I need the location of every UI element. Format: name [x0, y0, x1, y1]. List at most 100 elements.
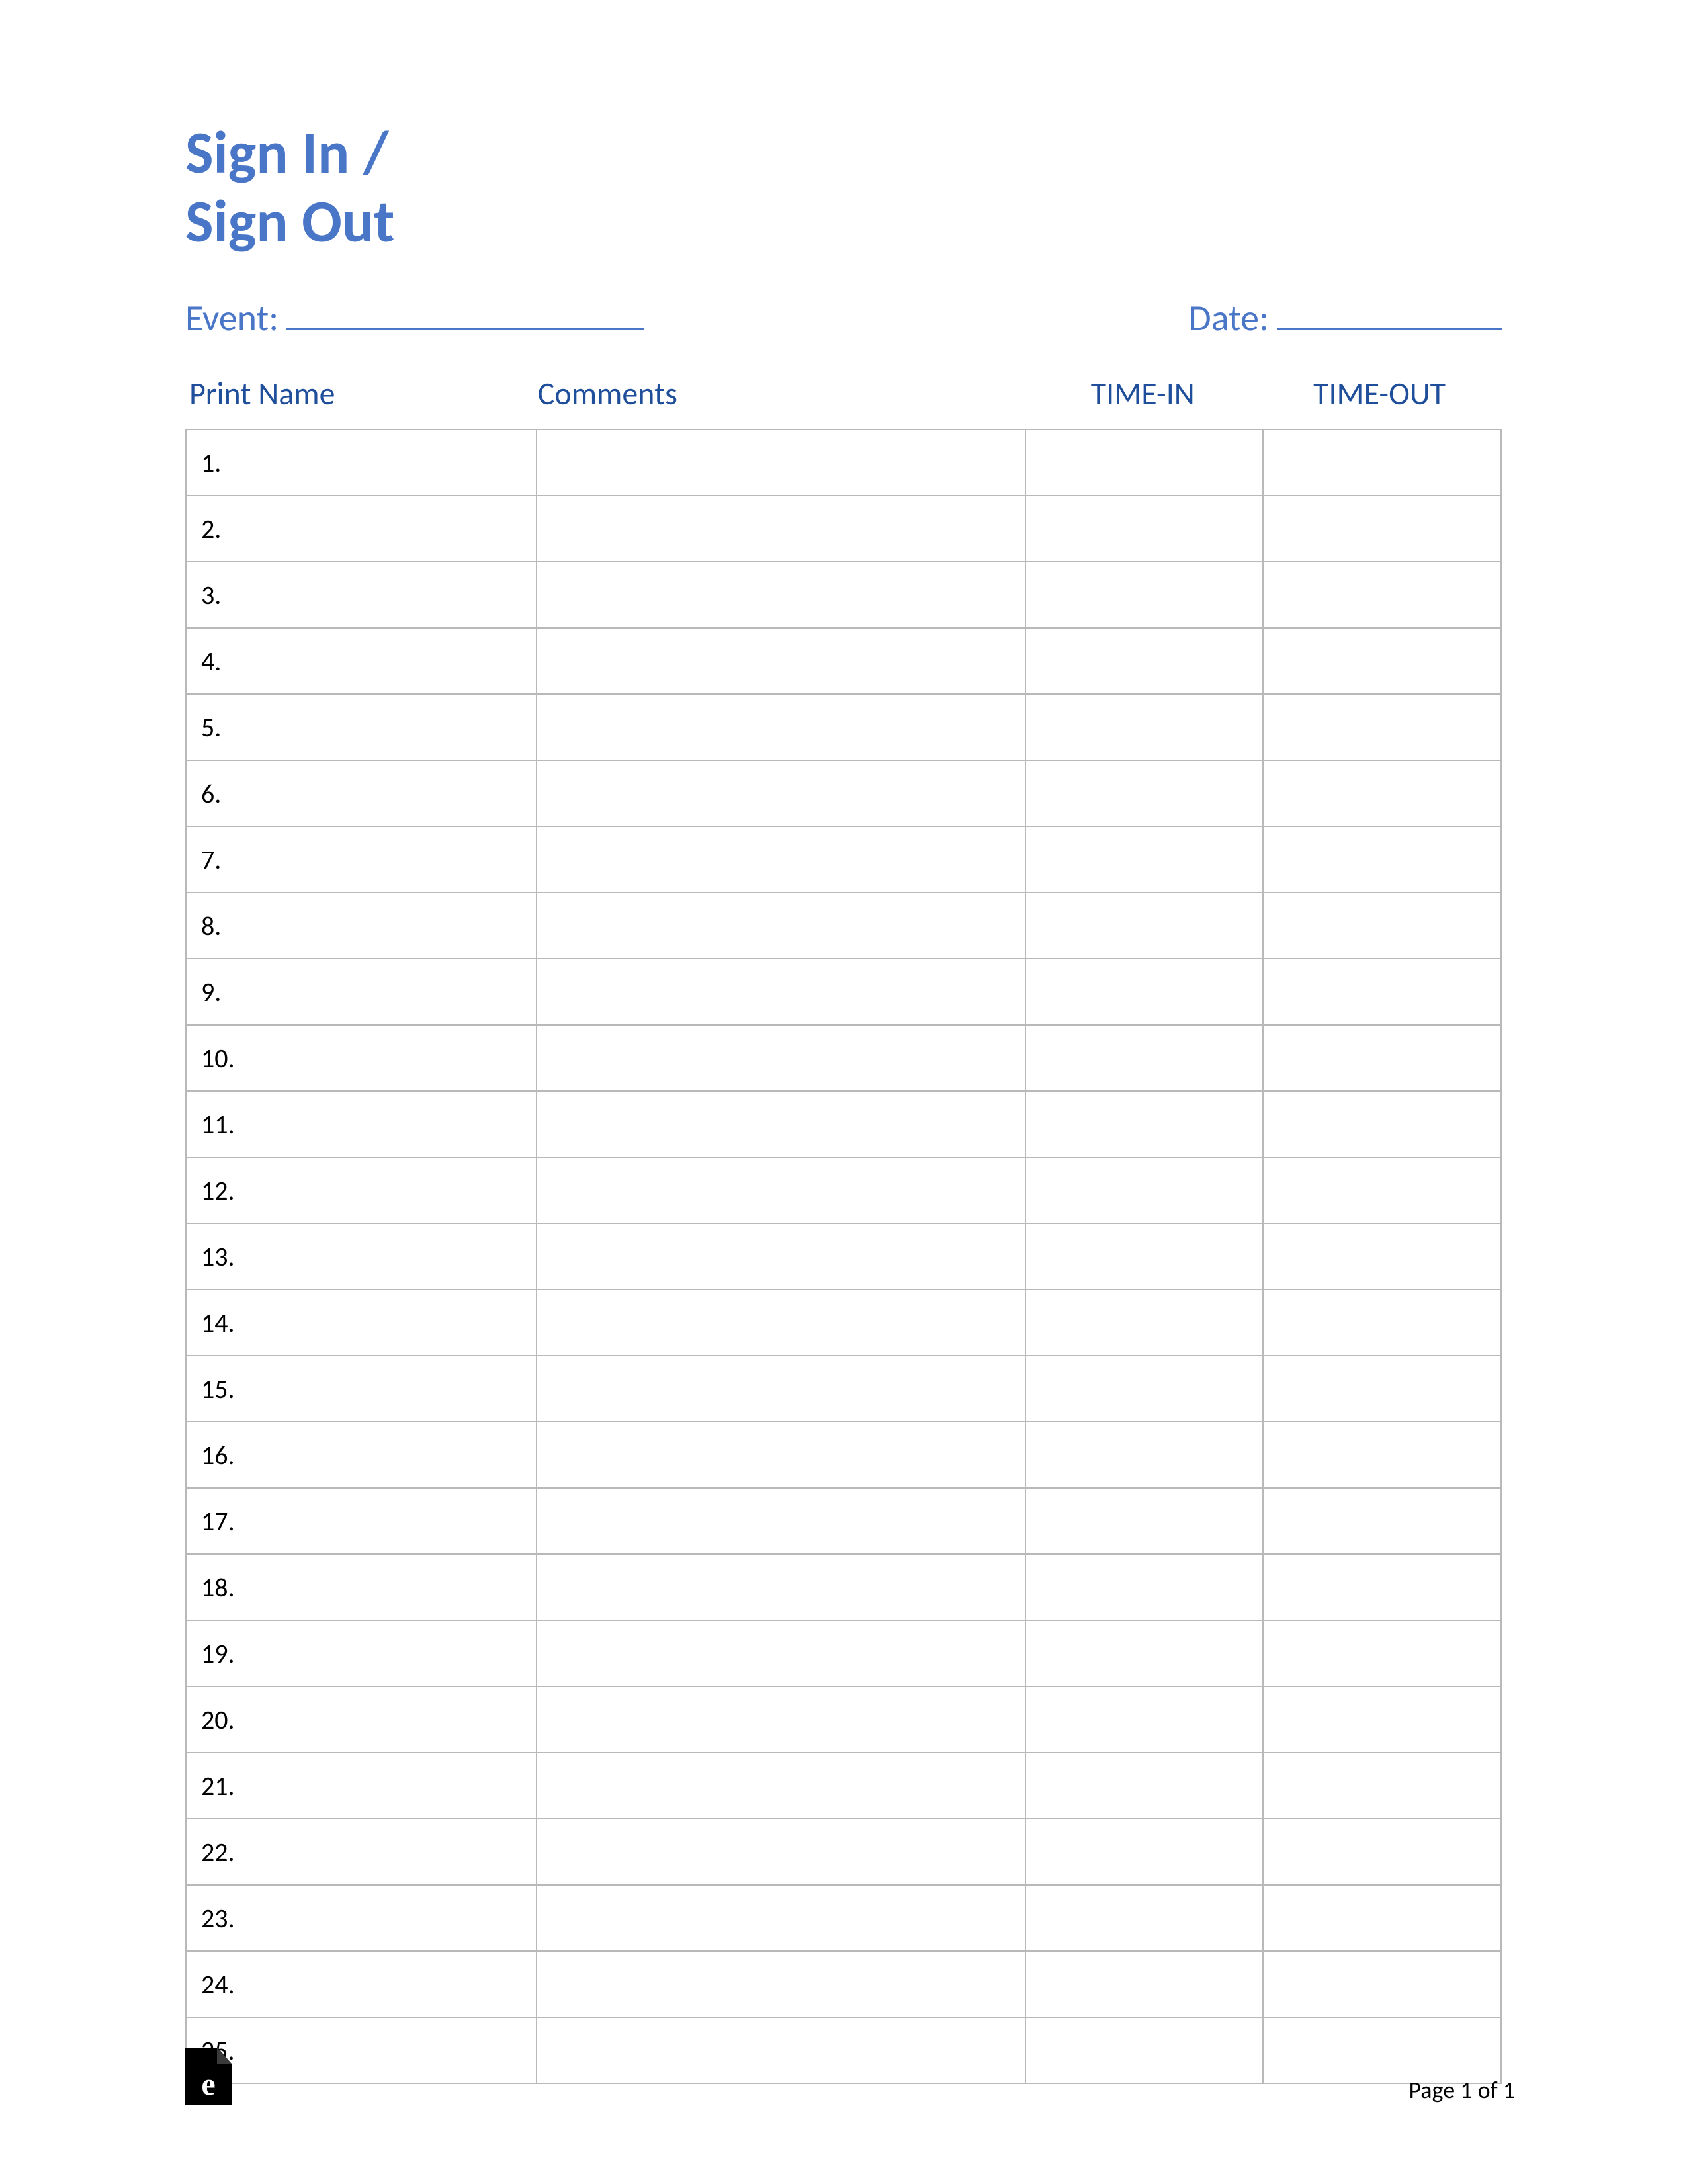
cell-comments[interactable]: [537, 1554, 1025, 1620]
cell-time-out[interactable]: [1263, 1289, 1501, 1356]
cell-print-name[interactable]: 15.: [186, 1356, 537, 1422]
cell-print-name[interactable]: 3.: [186, 562, 537, 628]
cell-comments[interactable]: [537, 1157, 1025, 1223]
cell-time-out[interactable]: [1263, 1819, 1501, 1885]
cell-print-name[interactable]: 11.: [186, 1091, 537, 1157]
cell-time-in[interactable]: [1025, 893, 1264, 959]
cell-time-in[interactable]: [1025, 694, 1264, 760]
page-number: Page 1 of 1: [1408, 2075, 1515, 2105]
cell-print-name[interactable]: 2.: [186, 496, 537, 562]
cell-print-name[interactable]: 12.: [186, 1157, 537, 1223]
cell-print-name[interactable]: 10.: [186, 1025, 537, 1091]
cell-comments[interactable]: [537, 562, 1025, 628]
cell-time-out[interactable]: [1263, 1422, 1501, 1488]
cell-print-name[interactable]: 23.: [186, 1885, 537, 1951]
cell-time-in[interactable]: [1025, 562, 1264, 628]
cell-time-out[interactable]: [1263, 694, 1501, 760]
cell-time-in[interactable]: [1025, 1819, 1264, 1885]
cell-comments[interactable]: [537, 1753, 1025, 1819]
cell-time-in[interactable]: [1025, 1025, 1264, 1091]
cell-comments[interactable]: [537, 1356, 1025, 1422]
cell-comments[interactable]: [537, 628, 1025, 694]
cell-comments[interactable]: [537, 1422, 1025, 1488]
cell-print-name[interactable]: 4.: [186, 628, 537, 694]
cell-comments[interactable]: [537, 1819, 1025, 1885]
cell-print-name[interactable]: 19.: [186, 1620, 537, 1686]
cell-time-out[interactable]: [1263, 1620, 1501, 1686]
cell-print-name[interactable]: 1.: [186, 429, 537, 496]
cell-time-in[interactable]: [1025, 1356, 1264, 1422]
cell-time-out[interactable]: [1263, 1686, 1501, 1753]
cell-comments[interactable]: [537, 1686, 1025, 1753]
cell-time-in[interactable]: [1025, 1488, 1264, 1554]
cell-print-name[interactable]: 13.: [186, 1223, 537, 1289]
cell-comments[interactable]: [537, 1091, 1025, 1157]
cell-comments[interactable]: [537, 496, 1025, 562]
cell-time-out[interactable]: [1263, 1091, 1501, 1157]
cell-time-in[interactable]: [1025, 1951, 1264, 2017]
cell-print-name[interactable]: 14.: [186, 1289, 537, 1356]
cell-time-in[interactable]: [1025, 1686, 1264, 1753]
cell-print-name[interactable]: 21.: [186, 1753, 537, 1819]
cell-comments[interactable]: [537, 1951, 1025, 2017]
cell-time-in[interactable]: [1025, 959, 1264, 1025]
cell-time-out[interactable]: [1263, 1753, 1501, 1819]
cell-time-in[interactable]: [1025, 1422, 1264, 1488]
cell-time-out[interactable]: [1263, 1356, 1501, 1422]
cell-print-name[interactable]: 8.: [186, 893, 537, 959]
cell-time-in[interactable]: [1025, 1091, 1264, 1157]
cell-print-name[interactable]: 20.: [186, 1686, 537, 1753]
cell-time-in[interactable]: [1025, 1157, 1264, 1223]
cell-print-name[interactable]: 16.: [186, 1422, 537, 1488]
cell-time-out[interactable]: [1263, 893, 1501, 959]
cell-time-out[interactable]: [1263, 1885, 1501, 1951]
cell-time-in[interactable]: [1025, 1885, 1264, 1951]
cell-time-out[interactable]: [1263, 826, 1501, 893]
cell-print-name[interactable]: 18.: [186, 1554, 537, 1620]
cell-print-name[interactable]: 24.: [186, 1951, 537, 2017]
cell-time-out[interactable]: [1263, 1025, 1501, 1091]
cell-comments[interactable]: [537, 1885, 1025, 1951]
event-blank-line[interactable]: [286, 297, 644, 330]
cell-time-out[interactable]: [1263, 959, 1501, 1025]
cell-time-out[interactable]: [1263, 496, 1501, 562]
cell-time-in[interactable]: [1025, 1620, 1264, 1686]
cell-time-in[interactable]: [1025, 1554, 1264, 1620]
cell-comments[interactable]: [537, 1289, 1025, 1356]
cell-time-out[interactable]: [1263, 562, 1501, 628]
cell-comments[interactable]: [537, 893, 1025, 959]
cell-time-out[interactable]: [1263, 1157, 1501, 1223]
cell-print-name[interactable]: 6.: [186, 760, 537, 826]
cell-comments[interactable]: [537, 429, 1025, 496]
cell-time-out[interactable]: [1263, 1488, 1501, 1554]
cell-time-in[interactable]: [1025, 760, 1264, 826]
cell-time-out[interactable]: [1263, 429, 1501, 496]
table-row: 9.: [186, 959, 1501, 1025]
cell-comments[interactable]: [537, 1025, 1025, 1091]
cell-time-out[interactable]: [1263, 760, 1501, 826]
cell-comments[interactable]: [537, 1488, 1025, 1554]
cell-time-in[interactable]: [1025, 1753, 1264, 1819]
cell-comments[interactable]: [537, 694, 1025, 760]
cell-comments[interactable]: [537, 826, 1025, 893]
cell-time-out[interactable]: [1263, 1223, 1501, 1289]
cell-time-in[interactable]: [1025, 1223, 1264, 1289]
cell-time-in[interactable]: [1025, 826, 1264, 893]
date-blank-line[interactable]: [1277, 297, 1502, 330]
cell-print-name[interactable]: 17.: [186, 1488, 537, 1554]
cell-comments[interactable]: [537, 959, 1025, 1025]
cell-time-in[interactable]: [1025, 496, 1264, 562]
cell-time-in[interactable]: [1025, 628, 1264, 694]
cell-time-in[interactable]: [1025, 429, 1264, 496]
cell-print-name[interactable]: 22.: [186, 1819, 537, 1885]
cell-print-name[interactable]: 7.: [186, 826, 537, 893]
cell-comments[interactable]: [537, 760, 1025, 826]
cell-time-out[interactable]: [1263, 1951, 1501, 2017]
cell-time-out[interactable]: [1263, 1554, 1501, 1620]
cell-time-in[interactable]: [1025, 1289, 1264, 1356]
cell-comments[interactable]: [537, 1620, 1025, 1686]
cell-print-name[interactable]: 9.: [186, 959, 537, 1025]
cell-comments[interactable]: [537, 1223, 1025, 1289]
cell-print-name[interactable]: 5.: [186, 694, 537, 760]
cell-time-out[interactable]: [1263, 628, 1501, 694]
